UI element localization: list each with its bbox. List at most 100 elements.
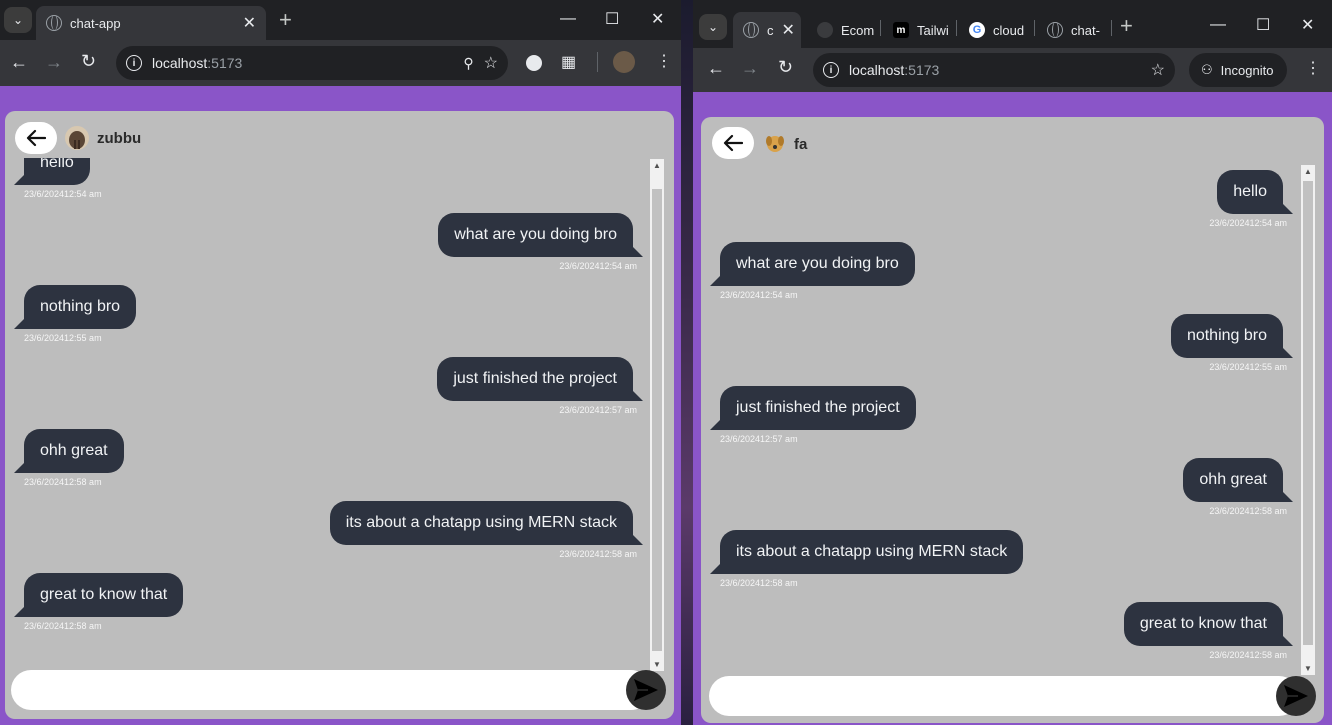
- message-timestamp: 23/6/202412:58 am: [1209, 650, 1287, 660]
- arrow-right-icon: →: [45, 52, 63, 72]
- toolbar: ← → ↻ i localhost:5173 ☆ ⚇ Incognito ⋮: [693, 48, 1332, 92]
- arrow-right-icon: →: [741, 58, 759, 78]
- globe-icon: [46, 15, 62, 31]
- contact-name: fa: [794, 136, 808, 153]
- address-bar[interactable]: i localhost:5173 ⚲ ☆: [116, 46, 508, 80]
- minimize-button[interactable]: —: [1210, 16, 1226, 34]
- contact-name: zubbu: [97, 130, 142, 147]
- chat-card: fa hello 23/6/202412:54 am what are you do…: [701, 117, 1324, 723]
- send-icon: [1284, 685, 1308, 707]
- arrow-left-icon: ←: [10, 52, 28, 72]
- maximize-button[interactable]: ☐: [1256, 15, 1270, 35]
- close-window-button[interactable]: ✕: [651, 9, 664, 29]
- incognito-label: Incognito: [1220, 62, 1274, 78]
- send-button[interactable]: [626, 670, 666, 710]
- star-icon[interactable]: ☆: [484, 53, 498, 73]
- puzzle-icon[interactable]: ▦: [561, 52, 576, 72]
- message-list: hello 23/6/202412:54 am what are you doing…: [5, 158, 648, 671]
- arrow-left-icon: ←: [707, 58, 725, 78]
- minimize-button[interactable]: —: [560, 10, 576, 28]
- chat-card: zubbu hello 23/6/202412:54 am what are you…: [5, 111, 674, 719]
- url-port: :5173: [207, 55, 243, 71]
- key-icon[interactable]: ⚲: [463, 55, 473, 72]
- tab-divider: [956, 20, 957, 36]
- tab-active[interactable]: c ✕: [733, 12, 801, 48]
- scroll-down-icon[interactable]: ▼: [1304, 664, 1312, 673]
- incognito-icon: ⚇: [1201, 62, 1213, 77]
- message-timestamp: 23/6/202412:58 am: [24, 621, 102, 631]
- scrollbar[interactable]: ▲ ▼: [650, 159, 664, 671]
- incognito-chip[interactable]: ⚇ Incognito: [1189, 53, 1287, 87]
- chevron-down-icon: ⌄: [707, 20, 719, 34]
- tab-title: chat-app: [70, 15, 121, 31]
- tab-cloud[interactable]: G cloud: [959, 12, 1034, 48]
- address-bar[interactable]: i localhost:5173 ☆: [813, 53, 1175, 87]
- message-input[interactable]: [709, 676, 1299, 716]
- back-nav-button[interactable]: ←: [10, 52, 28, 73]
- menu-icon[interactable]: ⋮: [1305, 58, 1321, 78]
- maximize-button[interactable]: ☐: [605, 9, 619, 29]
- scroll-up-icon[interactable]: ▲: [1304, 167, 1312, 176]
- back-button[interactable]: [15, 122, 57, 154]
- arrow-left-icon: [26, 129, 46, 147]
- reload-button[interactable]: ↻: [81, 51, 96, 72]
- close-icon[interactable]: ✕: [243, 13, 256, 33]
- toolbar-divider: [597, 52, 598, 72]
- close-window-button[interactable]: ✕: [1301, 15, 1314, 35]
- tab-title: Ecom: [841, 22, 875, 38]
- globe-icon: [743, 22, 759, 38]
- reload-button[interactable]: ↻: [778, 57, 793, 78]
- browser-window-left: ⌄ chat-app ✕ + — ☐ ✕ ← → ↻ i localhost:5…: [0, 0, 681, 725]
- scroll-up-icon[interactable]: ▲: [653, 161, 661, 170]
- forward-nav-button[interactable]: →: [45, 52, 63, 73]
- back-nav-button[interactable]: ←: [707, 58, 725, 79]
- new-tab-button[interactable]: +: [1120, 15, 1133, 37]
- menu-icon[interactable]: ⋮: [656, 51, 672, 71]
- reload-icon: ↻: [81, 51, 97, 71]
- tab-search-button[interactable]: ⌄: [4, 7, 32, 33]
- profile-avatar[interactable]: [613, 51, 635, 73]
- chat-message: great to know that 23/6/202412:58 am: [5, 158, 648, 671]
- send-button[interactable]: [1276, 676, 1316, 716]
- scroll-down-icon[interactable]: ▼: [653, 660, 661, 669]
- browser-window-right: ⌄ c ✕ Ecom m Tailwi G cloud chat- + — ☐: [693, 0, 1332, 725]
- message-input[interactable]: [11, 670, 651, 710]
- star-icon[interactable]: ☆: [1151, 60, 1165, 80]
- tab-divider: [1034, 20, 1035, 36]
- scrollbar-thumb[interactable]: [652, 189, 662, 651]
- scrollbar[interactable]: ▲ ▼: [1301, 165, 1315, 675]
- new-tab-button[interactable]: +: [279, 9, 292, 31]
- scrollbar-thumb[interactable]: [1303, 181, 1313, 645]
- tab-strip: ⌄ chat-app ✕ + — ☐ ✕: [0, 0, 681, 40]
- url-host: localhost: [849, 62, 905, 78]
- info-icon[interactable]: i: [823, 62, 839, 78]
- url-host: localhost: [152, 55, 208, 71]
- tab-title: chat-: [1071, 22, 1100, 38]
- tab-tailwind[interactable]: m Tailwi: [883, 12, 959, 48]
- url-port: :5173: [904, 62, 940, 78]
- tab-search-button[interactable]: ⌄: [699, 14, 727, 40]
- globe-icon: [1047, 22, 1063, 38]
- chevron-down-icon: ⌄: [12, 13, 24, 27]
- info-icon[interactable]: i: [126, 55, 142, 71]
- back-button[interactable]: [712, 127, 754, 159]
- close-icon[interactable]: ✕: [782, 20, 795, 40]
- tab-chat[interactable]: chat-: [1037, 12, 1110, 48]
- chat-message: great to know that 23/6/202412:58 am: [701, 164, 1298, 674]
- toolbar: ← → ↻ i localhost:5173 ⚲ ☆ ▦ ⋮: [0, 40, 681, 86]
- avatar: [65, 126, 89, 150]
- google-icon: G: [969, 22, 985, 38]
- send-icon: [634, 679, 658, 701]
- tab-chat-app[interactable]: chat-app ✕: [36, 6, 266, 40]
- page-background: zubbu hello 23/6/202412:54 am what are you…: [0, 86, 681, 725]
- tab-ecom[interactable]: Ecom: [807, 12, 884, 48]
- extension-icon[interactable]: [526, 55, 542, 71]
- message-list: hello 23/6/202412:54 am what are you doing…: [701, 164, 1298, 674]
- page-background: fa hello 23/6/202412:54 am what are you do…: [693, 92, 1332, 725]
- forward-nav-button[interactable]: →: [741, 58, 759, 79]
- tab-strip: ⌄ c ✕ Ecom m Tailwi G cloud chat- + — ☐: [693, 0, 1332, 48]
- tab-divider: [1111, 20, 1112, 36]
- tab-title: c: [767, 22, 774, 38]
- message-bubble: great to know that: [1123, 602, 1294, 646]
- tab-title: Tailwi: [917, 22, 949, 38]
